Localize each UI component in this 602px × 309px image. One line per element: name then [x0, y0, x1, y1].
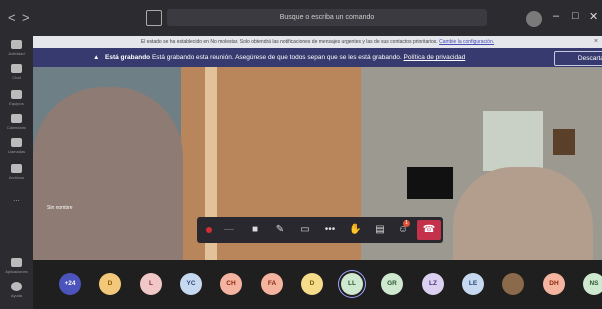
dnd-banner: El estado se ha establecido en No molest…	[33, 36, 602, 48]
help-icon	[11, 282, 22, 291]
sidebar-item-calendar[interactable]: Calendario	[0, 114, 33, 130]
video-tv	[407, 167, 453, 199]
recording-message: Está grabando esta reunión. Asegúrese de…	[151, 54, 402, 61]
sidebar-item-help[interactable]: Ayuda	[0, 282, 33, 298]
participant-avatar[interactable]: GR	[381, 273, 403, 295]
raise-hand-icon[interactable]: ✋	[349, 224, 361, 236]
participant-avatar[interactable]: LZ	[422, 273, 444, 295]
participant-avatar[interactable]: LE	[462, 273, 484, 295]
calendar-icon	[11, 114, 22, 123]
sidebar-item-chat[interactable]: Chat	[0, 64, 33, 80]
change-settings-link[interactable]: Cambie la configuración.	[439, 39, 494, 45]
search-input[interactable]: Busque o escriba un comando	[167, 9, 487, 26]
sidebar-item-label: Chat	[12, 75, 21, 80]
sidebar-item-teams[interactable]: Equipos	[0, 90, 33, 106]
profile-avatar[interactable]	[526, 11, 542, 27]
more-options-button[interactable]: •••	[324, 224, 336, 236]
call-controls: — ■ ✎ ▭ ••• ✋ ▤ ☺ 1 ☎	[197, 217, 443, 243]
participant-avatar[interactable]: LL	[341, 273, 363, 295]
recording-indicator-icon	[206, 227, 212, 233]
microphone-icon[interactable]: ✎	[274, 224, 286, 236]
minimize-button[interactable]: –	[553, 10, 559, 22]
dnd-close-button[interactable]: ×	[594, 36, 598, 48]
video-picture-frame	[553, 129, 575, 155]
sidebar-item-label: Actividad	[8, 51, 25, 56]
sidebar-item-label: Calendario	[6, 125, 27, 130]
dnd-banner-text: El estado se ha establecido en No molest…	[140, 39, 438, 45]
sidebar-item-apps[interactable]: Aplicaciones	[0, 258, 33, 274]
sidebar-item-label: Llamadas	[7, 149, 26, 154]
participant-avatar[interactable]: YC	[180, 273, 202, 295]
sidebar-item-calls[interactable]: Llamadas	[0, 138, 33, 154]
participant-avatar[interactable]: D	[99, 273, 121, 295]
chat-icon[interactable]: ▤	[374, 224, 386, 236]
file-icon	[11, 164, 22, 173]
recording-banner-text: Está grabando Está grabando esta reunión…	[105, 48, 465, 67]
app-sidebar: Actividad Chat Equipos Calendario Llamad…	[0, 36, 33, 309]
participant-avatar[interactable]	[502, 273, 524, 295]
privacy-policy-link[interactable]: Política de privacidad	[404, 54, 466, 61]
phone-icon	[11, 138, 22, 147]
sidebar-item-files[interactable]: Archivos	[0, 164, 33, 180]
warning-icon: ▲	[93, 54, 100, 61]
participants-badge: 1	[403, 220, 410, 227]
call-timer-placeholder: —	[224, 224, 234, 235]
chat-icon	[11, 64, 22, 73]
participant-avatar[interactable]: FA	[261, 273, 283, 295]
participant-avatar[interactable]: NS	[583, 273, 602, 295]
teams-icon	[11, 90, 22, 99]
compose-icon[interactable]	[146, 10, 162, 26]
participant-avatar[interactable]: L	[140, 273, 162, 295]
close-window-button[interactable]: ✕	[589, 10, 598, 23]
dismiss-button[interactable]: Descartar	[554, 51, 602, 66]
forward-button[interactable]: >	[22, 10, 30, 25]
sidebar-item-label: Equipos	[9, 101, 24, 106]
sidebar-item-label: Ayuda	[10, 293, 23, 298]
participant-avatar[interactable]: D	[301, 273, 323, 295]
maximize-button[interactable]: □	[572, 10, 579, 22]
share-screen-icon[interactable]: ▭	[299, 224, 311, 236]
video-window	[483, 111, 543, 171]
back-button[interactable]: <	[8, 10, 16, 25]
sidebar-item-label: Aplicaciones	[5, 269, 28, 274]
title-bar: < > Busque o escriba un comando – □ ✕	[0, 0, 602, 36]
apps-icon	[11, 258, 22, 267]
bell-icon	[11, 40, 22, 49]
sidebar-item-activity[interactable]: Actividad	[0, 40, 33, 56]
participant-video-man	[33, 87, 183, 260]
participant-avatar[interactable]: +24	[59, 273, 81, 295]
participant-avatar[interactable]: DH	[543, 273, 565, 295]
participant-avatar[interactable]: CH	[220, 273, 242, 295]
hang-up-button[interactable]: ☎	[417, 220, 441, 240]
speaker-name-label: Sin nombre	[47, 205, 73, 211]
camera-icon[interactable]: ■	[249, 224, 261, 236]
sidebar-item-label: Archivos	[8, 175, 25, 180]
participant-video-woman	[453, 167, 593, 260]
recording-banner: ▲ Está grabando Está grabando esta reuni…	[33, 48, 602, 67]
sidebar-more[interactable]: ...	[0, 194, 33, 203]
participant-strip: +24 D L YC CH FA D LL GR LZ LE DH NS	[33, 260, 602, 309]
recording-bold-label: Está grabando	[105, 54, 151, 61]
